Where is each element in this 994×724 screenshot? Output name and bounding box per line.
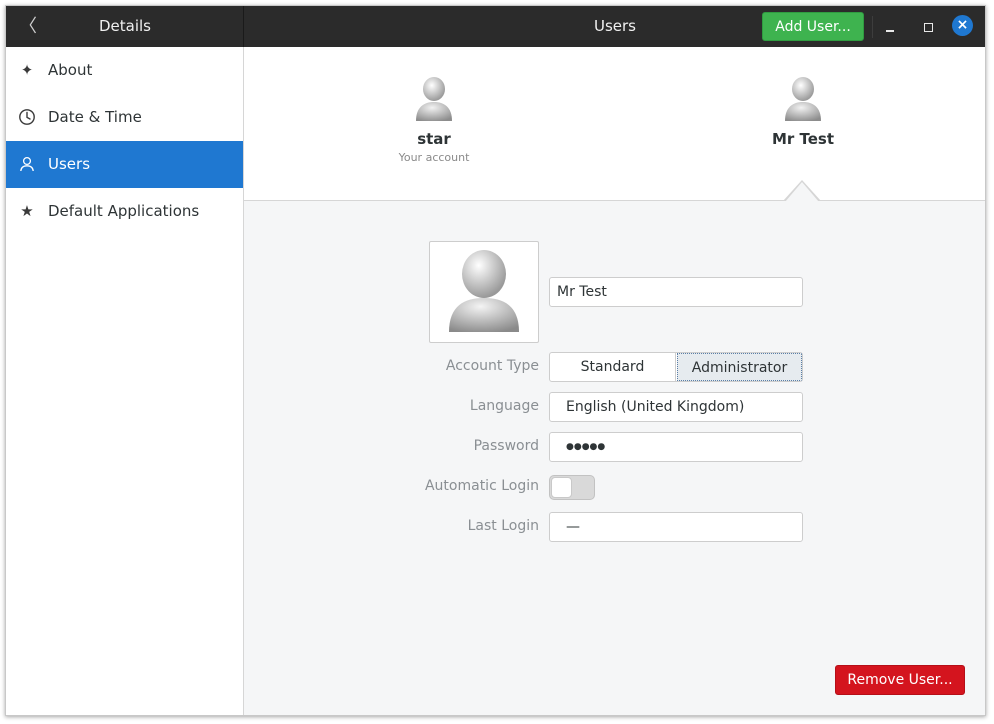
sidebar-item-label: Default Applications: [48, 202, 200, 220]
account-type-administrator-button[interactable]: Administrator: [677, 353, 802, 381]
window-title: Users: [593, 17, 636, 35]
sidebar-item-default-applications[interactable]: ★ Default Applications: [6, 188, 243, 235]
maximize-icon: [924, 23, 933, 32]
last-login-label: Last Login: [467, 518, 539, 534]
automatic-login-label: Automatic Login: [424, 478, 539, 494]
clock-icon: [18, 108, 36, 126]
automatic-login-switch[interactable]: [549, 475, 595, 500]
sidebar-item-label: Date & Time: [48, 108, 142, 126]
account-type-label: Account Type: [445, 358, 539, 374]
titlebar-separator: [872, 16, 873, 38]
user-name: Mr Test: [771, 130, 835, 148]
sidebar-item-about[interactable]: ✦ About: [6, 47, 243, 94]
user-card-mr-test[interactable]: Mr Test: [743, 75, 863, 175]
user-subtitle: Your account: [398, 151, 470, 164]
avatar-icon: [449, 250, 519, 332]
selection-pointer-fill: [785, 182, 819, 202]
minimize-button[interactable]: [879, 16, 901, 38]
remove-user-button[interactable]: Remove User...: [835, 665, 965, 695]
user-icon: [18, 155, 36, 173]
sidebar-header: 〈 Details: [6, 6, 244, 47]
user-card-star[interactable]: star Your account: [374, 75, 494, 175]
header-bar: 〈 Details Users Add User... ×: [6, 6, 985, 47]
full-name-field[interactable]: Mr Test: [549, 277, 803, 307]
avatar-icon: [416, 77, 452, 121]
sidebar: ✦ About Date & Time Users ★ Default Appl…: [6, 47, 244, 715]
sidebar-item-users[interactable]: Users: [6, 141, 243, 188]
switch-knob: [551, 477, 572, 498]
last-login-button[interactable]: —: [549, 512, 803, 542]
minimize-icon: [886, 30, 894, 32]
password-button[interactable]: ●●●●●: [549, 432, 803, 462]
user-name: star: [417, 130, 451, 148]
sparkle-icon: ✦: [20, 61, 34, 79]
close-button[interactable]: ×: [952, 15, 973, 36]
close-icon: ×: [956, 17, 969, 33]
sidebar-item-label: About: [48, 61, 93, 79]
sidebar-item-label: Users: [48, 155, 91, 173]
language-button[interactable]: English (United Kingdom): [549, 392, 803, 422]
account-type-selector: Standard Administrator: [549, 352, 803, 382]
password-label: Password: [473, 438, 539, 454]
avatar-icon: [785, 77, 821, 121]
add-user-button[interactable]: Add User...: [762, 12, 864, 41]
user-picture-button[interactable]: [429, 241, 539, 343]
settings-window: 〈 Details Users Add User... × ✦ About Da…: [5, 5, 986, 716]
star-icon: ★: [20, 202, 34, 220]
sidebar-title: Details: [98, 17, 151, 35]
maximize-button[interactable]: [917, 16, 939, 38]
account-type-standard-button[interactable]: Standard: [550, 353, 676, 381]
language-label: Language: [469, 398, 539, 414]
sidebar-item-date-time[interactable]: Date & Time: [6, 94, 243, 141]
user-carousel: star Your account Mr Test: [244, 47, 985, 202]
